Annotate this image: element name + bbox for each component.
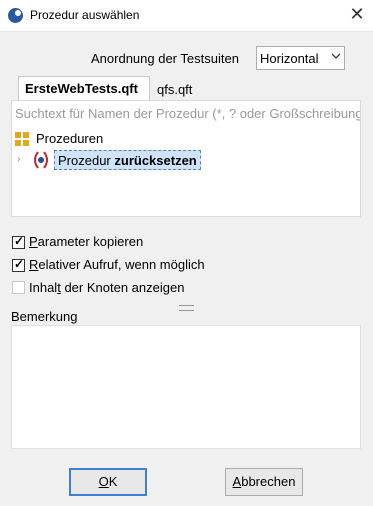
ordering-select-value: Horizontal <box>260 51 319 66</box>
splitter-grip[interactable] <box>179 305 194 311</box>
procedures-folder-icon <box>15 132 29 146</box>
copy-parameters-label[interactable]: Parameter kopieren <box>29 234 143 249</box>
procedure-tree-panel: Suchtext für Namen der Prozedur (*, ? od… <box>11 100 361 217</box>
procedure-icon <box>34 151 48 169</box>
show-node-content-label[interactable]: Inhalt der Knoten anzeigen <box>29 280 184 295</box>
tree-item-procedure-selected[interactable]: Prozedur zurücksetzen <box>54 150 201 170</box>
relative-call-label[interactable]: Relativer Aufruf, wenn möglich <box>29 257 205 272</box>
chevron-right-icon[interactable]: › <box>17 154 20 165</box>
show-node-content-checkbox[interactable] <box>12 281 25 294</box>
chevron-down-icon <box>332 53 340 59</box>
notes-textarea[interactable] <box>11 325 361 449</box>
procedure-prefix: Prozedur <box>58 153 111 168</box>
search-input[interactable]: Suchtext für Namen der Prozedur (*, ? od… <box>13 104 360 124</box>
cancel-button[interactable]: Abbrechen <box>225 468 303 496</box>
notes-label: Bemerkung <box>11 309 78 324</box>
close-icon[interactable]: ✕ <box>348 4 366 24</box>
window-title: Prozedur auswählen <box>30 8 140 22</box>
ordering-select[interactable]: Horizontal <box>256 46 345 70</box>
procedure-name: zurücksetzen <box>114 153 197 168</box>
copy-parameters-checkbox[interactable] <box>12 234 25 249</box>
tab-erstewebtests[interactable]: ErsteWebTests.qft <box>18 76 150 100</box>
app-logo-icon <box>8 8 23 23</box>
tab-qfs[interactable]: qfs.qft <box>157 78 192 102</box>
relative-call-checkbox[interactable] <box>12 257 25 272</box>
ordering-label: Anordnung der Testsuiten <box>91 51 239 66</box>
ok-button[interactable]: OK <box>69 468 147 496</box>
tree-root-label[interactable]: Prozeduren <box>36 131 103 146</box>
